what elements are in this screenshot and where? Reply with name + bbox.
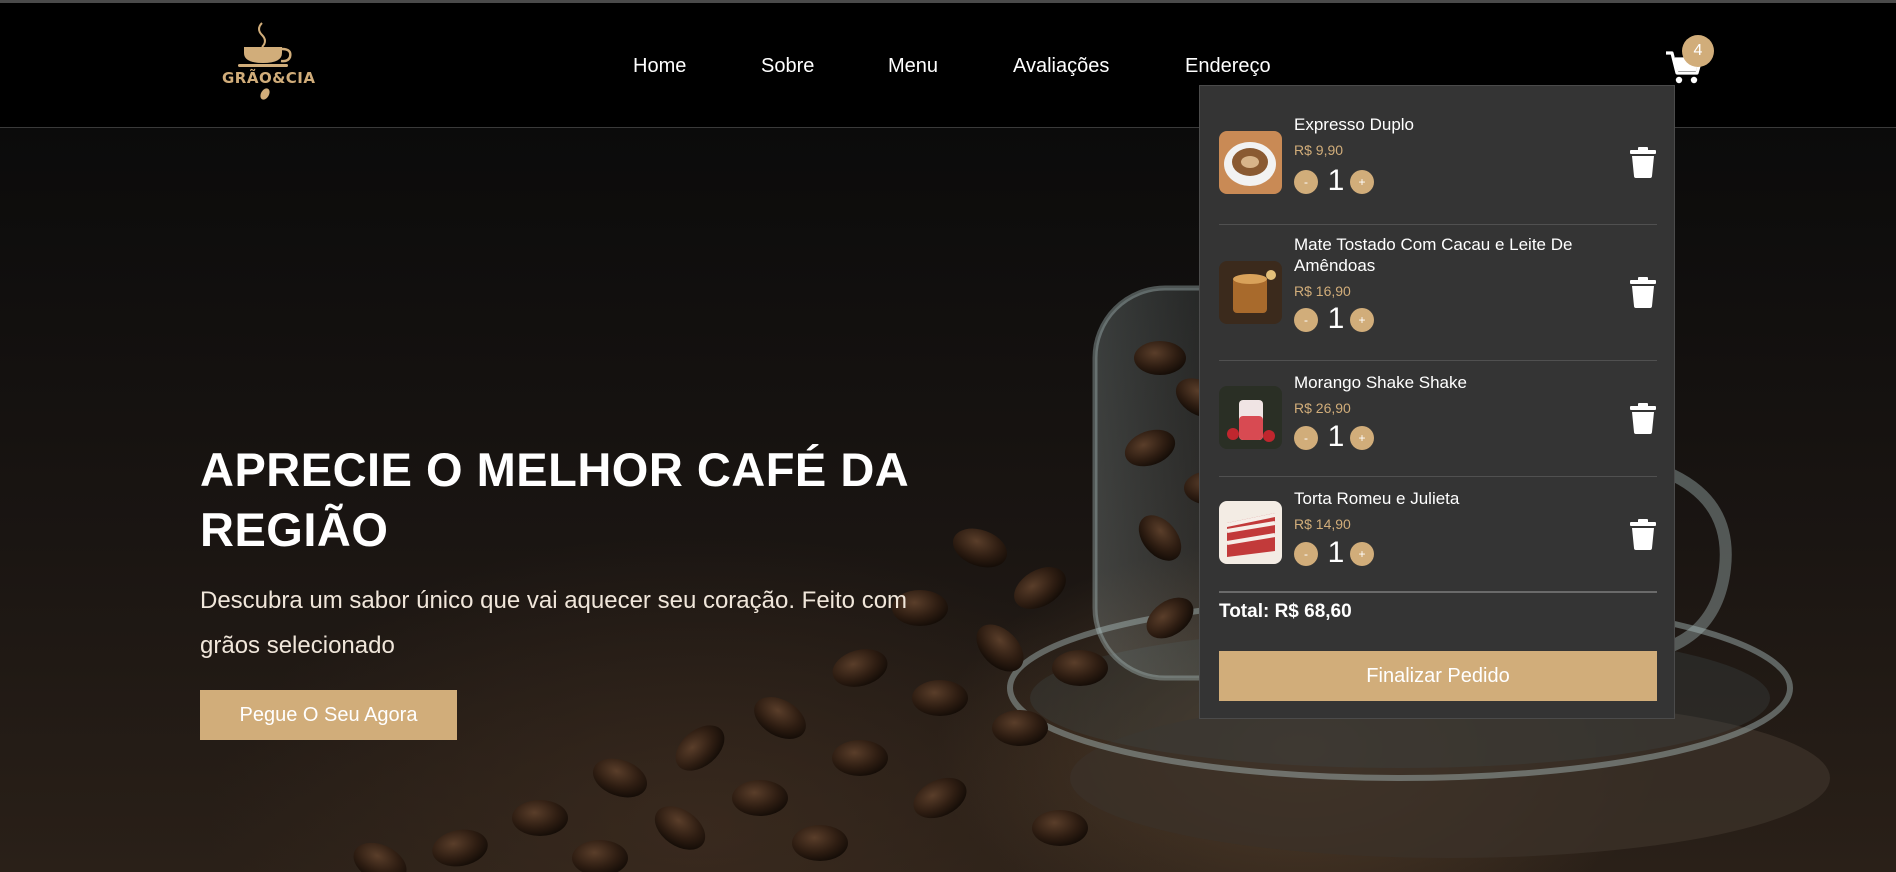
quantity-value: 1 [1327,302,1345,335]
cart-dropdown: Expresso Duplo R$ 9,90 - 1 + Mate Tostad… [1199,85,1675,719]
coffee-cup-logo-icon [238,22,292,67]
trash-icon[interactable] [1629,518,1657,550]
cart-total: Total: R$ 68,60 [1219,601,1352,622]
item-price: R$ 9,90 [1294,142,1344,158]
item-name: Expresso Duplo [1294,115,1415,134]
cart-item: Expresso Duplo R$ 9,90 - 1 + [1219,108,1657,225]
cta-button[interactable]: Pegue O Seu Agora [200,690,457,740]
item-name: Torta Romeu e Julieta [1294,489,1460,508]
trash-icon[interactable] [1629,402,1657,434]
cart-count-badge: 4 [1682,35,1714,67]
item-price: R$ 16,90 [1294,283,1351,299]
strawberry-shake-thumbnail [1219,386,1282,449]
trash-icon[interactable] [1629,276,1657,308]
item-price: R$ 14,90 [1294,516,1351,532]
decrease-qty-button[interactable]: - [1294,426,1318,450]
espresso-cup-thumbnail [1219,131,1282,194]
item-price: R$ 26,90 [1294,400,1351,416]
cart-item: Morango Shake Shake R$ 26,90 - 1 + [1219,360,1657,477]
mate-tea-thumbnail [1219,261,1282,324]
decrease-qty-button[interactable]: - [1294,308,1318,332]
increase-qty-button[interactable]: + [1350,170,1374,194]
page: GRÃO&CIA Home Sobre Menu Avaliações Ende… [0,0,1896,872]
red-velvet-cake-thumbnail [1219,501,1282,564]
trash-icon[interactable] [1629,146,1657,178]
brand-logo[interactable]: GRÃO&CIA [222,21,316,101]
nav-home[interactable]: Home [633,55,686,78]
quantity-value: 1 [1327,536,1345,569]
decrease-qty-button[interactable]: - [1294,542,1318,566]
quantity-value: 1 [1327,164,1345,197]
item-name: Morango Shake Shake [1294,373,1467,392]
coffee-bean-icon [260,88,270,100]
decrease-qty-button[interactable]: - [1294,170,1318,194]
quantity-value: 1 [1327,420,1345,453]
nav-menu[interactable]: Menu [888,55,938,78]
brand-name: GRÃO&CIA [222,69,316,87]
increase-qty-button[interactable]: + [1350,542,1374,566]
checkout-button[interactable]: Finalizar Pedido [1219,651,1657,701]
nav-sobre[interactable]: Sobre [761,55,814,78]
item-name: Mate Tostado Com Cacau e Leite De Amêndo… [1294,235,1573,275]
nav-avaliacoes[interactable]: Avaliações [1013,55,1109,78]
increase-qty-button[interactable]: + [1350,426,1374,450]
hero-subtitle: Descubra um sabor único que vai aquecer … [200,587,908,659]
hero-title: APRECIE O MELHOR CAFÉ DA REGIÃO [200,443,908,556]
increase-qty-button[interactable]: + [1350,308,1374,332]
cart-item: Torta Romeu e Julieta R$ 14,90 - 1 + [1219,476,1657,593]
nav-endereco[interactable]: Endereço [1185,55,1271,78]
cart-item: Mate Tostado Com Cacau e Leite De Amêndo… [1219,224,1657,361]
